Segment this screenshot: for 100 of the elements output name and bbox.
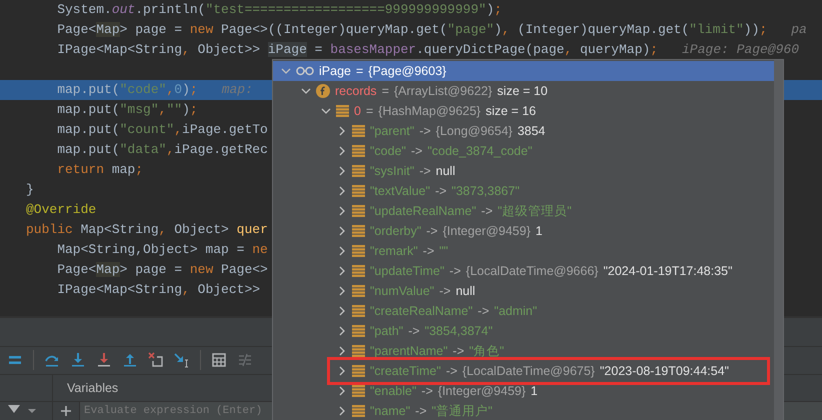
chevron-right-icon[interactable]: [337, 266, 347, 276]
value-text: "角色": [469, 342, 504, 360]
value-text: "code_3874_code": [427, 142, 532, 160]
variable-name: iPage: [319, 62, 351, 80]
chevron-right-icon[interactable]: [337, 206, 347, 216]
code-line: map.put("msg","");: [56, 101, 198, 119]
highlighted-row[interactable]: "createTime" -> {LocalDateTime@9675} "2023-08-19T09:44:54": [331, 361, 766, 381]
variable-name: "orderby": [370, 222, 422, 240]
chevron-right-icon[interactable]: [337, 406, 347, 416]
tree-row[interactable]: "textValue" -> "3873,3867": [273, 181, 774, 201]
tree-row[interactable]: "parent" -> {Long@9654} 3854: [273, 121, 774, 141]
glasses-icon: [296, 66, 314, 76]
tree-row[interactable]: "name" -> "普通用户": [273, 401, 774, 420]
type-text: {Long@9654}: [436, 122, 512, 140]
separator-text: =: [366, 102, 374, 120]
code-line: Page<Map> page = new Page<>((Integer)queryMap.get("page"), (Integer)queryMap.get("limit"));: [56, 21, 768, 39]
step-out-icon[interactable]: [122, 352, 138, 368]
run-to-cursor-icon[interactable]: [174, 352, 190, 368]
separator-text: ->: [415, 402, 427, 420]
variable-name: records: [335, 82, 377, 100]
tree-row[interactable]: "updateTime" -> {LocalDateTime@9666} "2024-01-19T17:48:35": [273, 261, 774, 281]
tree-row[interactable]: "parentName" -> "角色": [273, 341, 774, 361]
variable-name: "code": [370, 142, 406, 160]
type-text: {Integer@9459}: [438, 382, 526, 400]
type-text: {HashMap@9625}: [378, 102, 481, 120]
list-icon: [352, 365, 365, 377]
calculator-icon[interactable]: [211, 352, 227, 368]
tree-row[interactable]: "code" -> "code_3874_code": [273, 141, 774, 161]
chevron-right-icon[interactable]: [337, 386, 347, 396]
separator-text: ->: [481, 202, 493, 220]
separator-text: ->: [449, 262, 461, 280]
tree-row[interactable]: "enable" -> {Integer@9459} 1: [273, 381, 774, 401]
chevron-right-icon[interactable]: [337, 306, 347, 316]
tree-row[interactable]: "sysInit" -> null: [273, 161, 774, 181]
value-text: 3854: [517, 122, 546, 140]
tree-row[interactable]: "numValue" -> null: [273, 281, 774, 301]
chevron-right-icon[interactable]: [337, 126, 347, 136]
separator-text: ->: [408, 322, 420, 340]
variable-name: "numValue": [370, 282, 434, 300]
separator-text: ->: [435, 182, 447, 200]
list-icon: [336, 105, 349, 117]
code-line: return map;: [56, 161, 144, 179]
chevron-right-icon[interactable]: [337, 246, 347, 256]
list-icon: [352, 405, 365, 417]
chevron-right-icon[interactable]: [337, 326, 347, 336]
filter-icon[interactable]: [8, 405, 20, 415]
step-into-icon[interactable]: [70, 352, 86, 368]
separator-text: ->: [410, 142, 422, 160]
value-text: "2023-08-19T09:44:54": [600, 362, 729, 380]
type-text: {LocalDateTime@9666}: [466, 262, 598, 280]
value-text: "超级管理员": [498, 202, 572, 220]
inline-value-hint: map:: [222, 81, 253, 99]
variable-name: "remark": [370, 242, 418, 260]
separator-text: ->: [419, 162, 431, 180]
add-icon[interactable]: [61, 406, 71, 416]
chevron-right-icon[interactable]: [337, 286, 347, 296]
tree-row[interactable]: records = {ArrayList@9622} size = 10: [273, 81, 774, 101]
list-icon: [352, 145, 365, 157]
scrollbar[interactable]: [774, 60, 783, 420]
chevron-down-icon[interactable]: [301, 86, 311, 96]
tree-row[interactable]: "createRealName" -> "admin": [273, 301, 774, 321]
list-icon: [352, 385, 365, 397]
tree-row[interactable]: "remark" -> "": [273, 241, 774, 261]
chevron-right-icon[interactable]: [337, 166, 347, 176]
list-icon: [352, 245, 365, 257]
list-icon: [352, 265, 365, 277]
variable-name: "parentName": [370, 342, 448, 360]
tree-row[interactable]: 0 = {HashMap@9625} size = 16: [273, 101, 774, 121]
variable-name: "createRealName": [370, 302, 473, 320]
tree-row[interactable]: "orderby" -> {Integer@9459} 1: [273, 221, 774, 241]
separator-text: =: [382, 82, 389, 100]
value-text: "admin": [494, 302, 538, 320]
variable-name: "path": [370, 322, 404, 340]
value-text: "普通用户": [432, 402, 492, 420]
chevron-right-icon[interactable]: [337, 146, 347, 156]
chevron-right-icon[interactable]: [337, 186, 347, 196]
variable-name: "updateTime": [370, 262, 444, 280]
chevron-down-icon[interactable]: [321, 106, 331, 116]
list-icon: [352, 125, 365, 137]
list-icon: [352, 205, 365, 217]
separator-text: ->: [439, 282, 451, 300]
value-text: "3854,3874": [424, 322, 493, 340]
chevron-down-icon[interactable]: [281, 66, 291, 76]
selected-row[interactable]: iPage = {Page@9603}: [273, 61, 774, 81]
type-text: {LocalDateTime@9675}: [462, 362, 595, 380]
separator-text: ->: [446, 362, 458, 380]
value-text: "3873,3867": [452, 182, 520, 200]
inline-value-hint: iPage: Page@960: [682, 41, 800, 59]
chevron-right-icon[interactable]: [337, 226, 347, 236]
inline-value-hint: pa: [791, 21, 807, 39]
chevron-right-icon[interactable]: [337, 346, 347, 356]
tree-row[interactable]: "updateRealName" -> "超级管理员": [273, 201, 774, 221]
separator-text: ->: [419, 122, 431, 140]
drop-frame-icon[interactable]: [148, 352, 164, 368]
variable-name: "updateRealName": [370, 202, 476, 220]
chevron-right-icon[interactable]: [337, 366, 347, 376]
tree-row[interactable]: "path" -> "3854,3874": [273, 321, 774, 341]
code-line: public Map<String, Object> quer: [26, 221, 268, 239]
force-step-into-icon[interactable]: [96, 352, 112, 368]
value-text: size = 16: [486, 102, 536, 120]
